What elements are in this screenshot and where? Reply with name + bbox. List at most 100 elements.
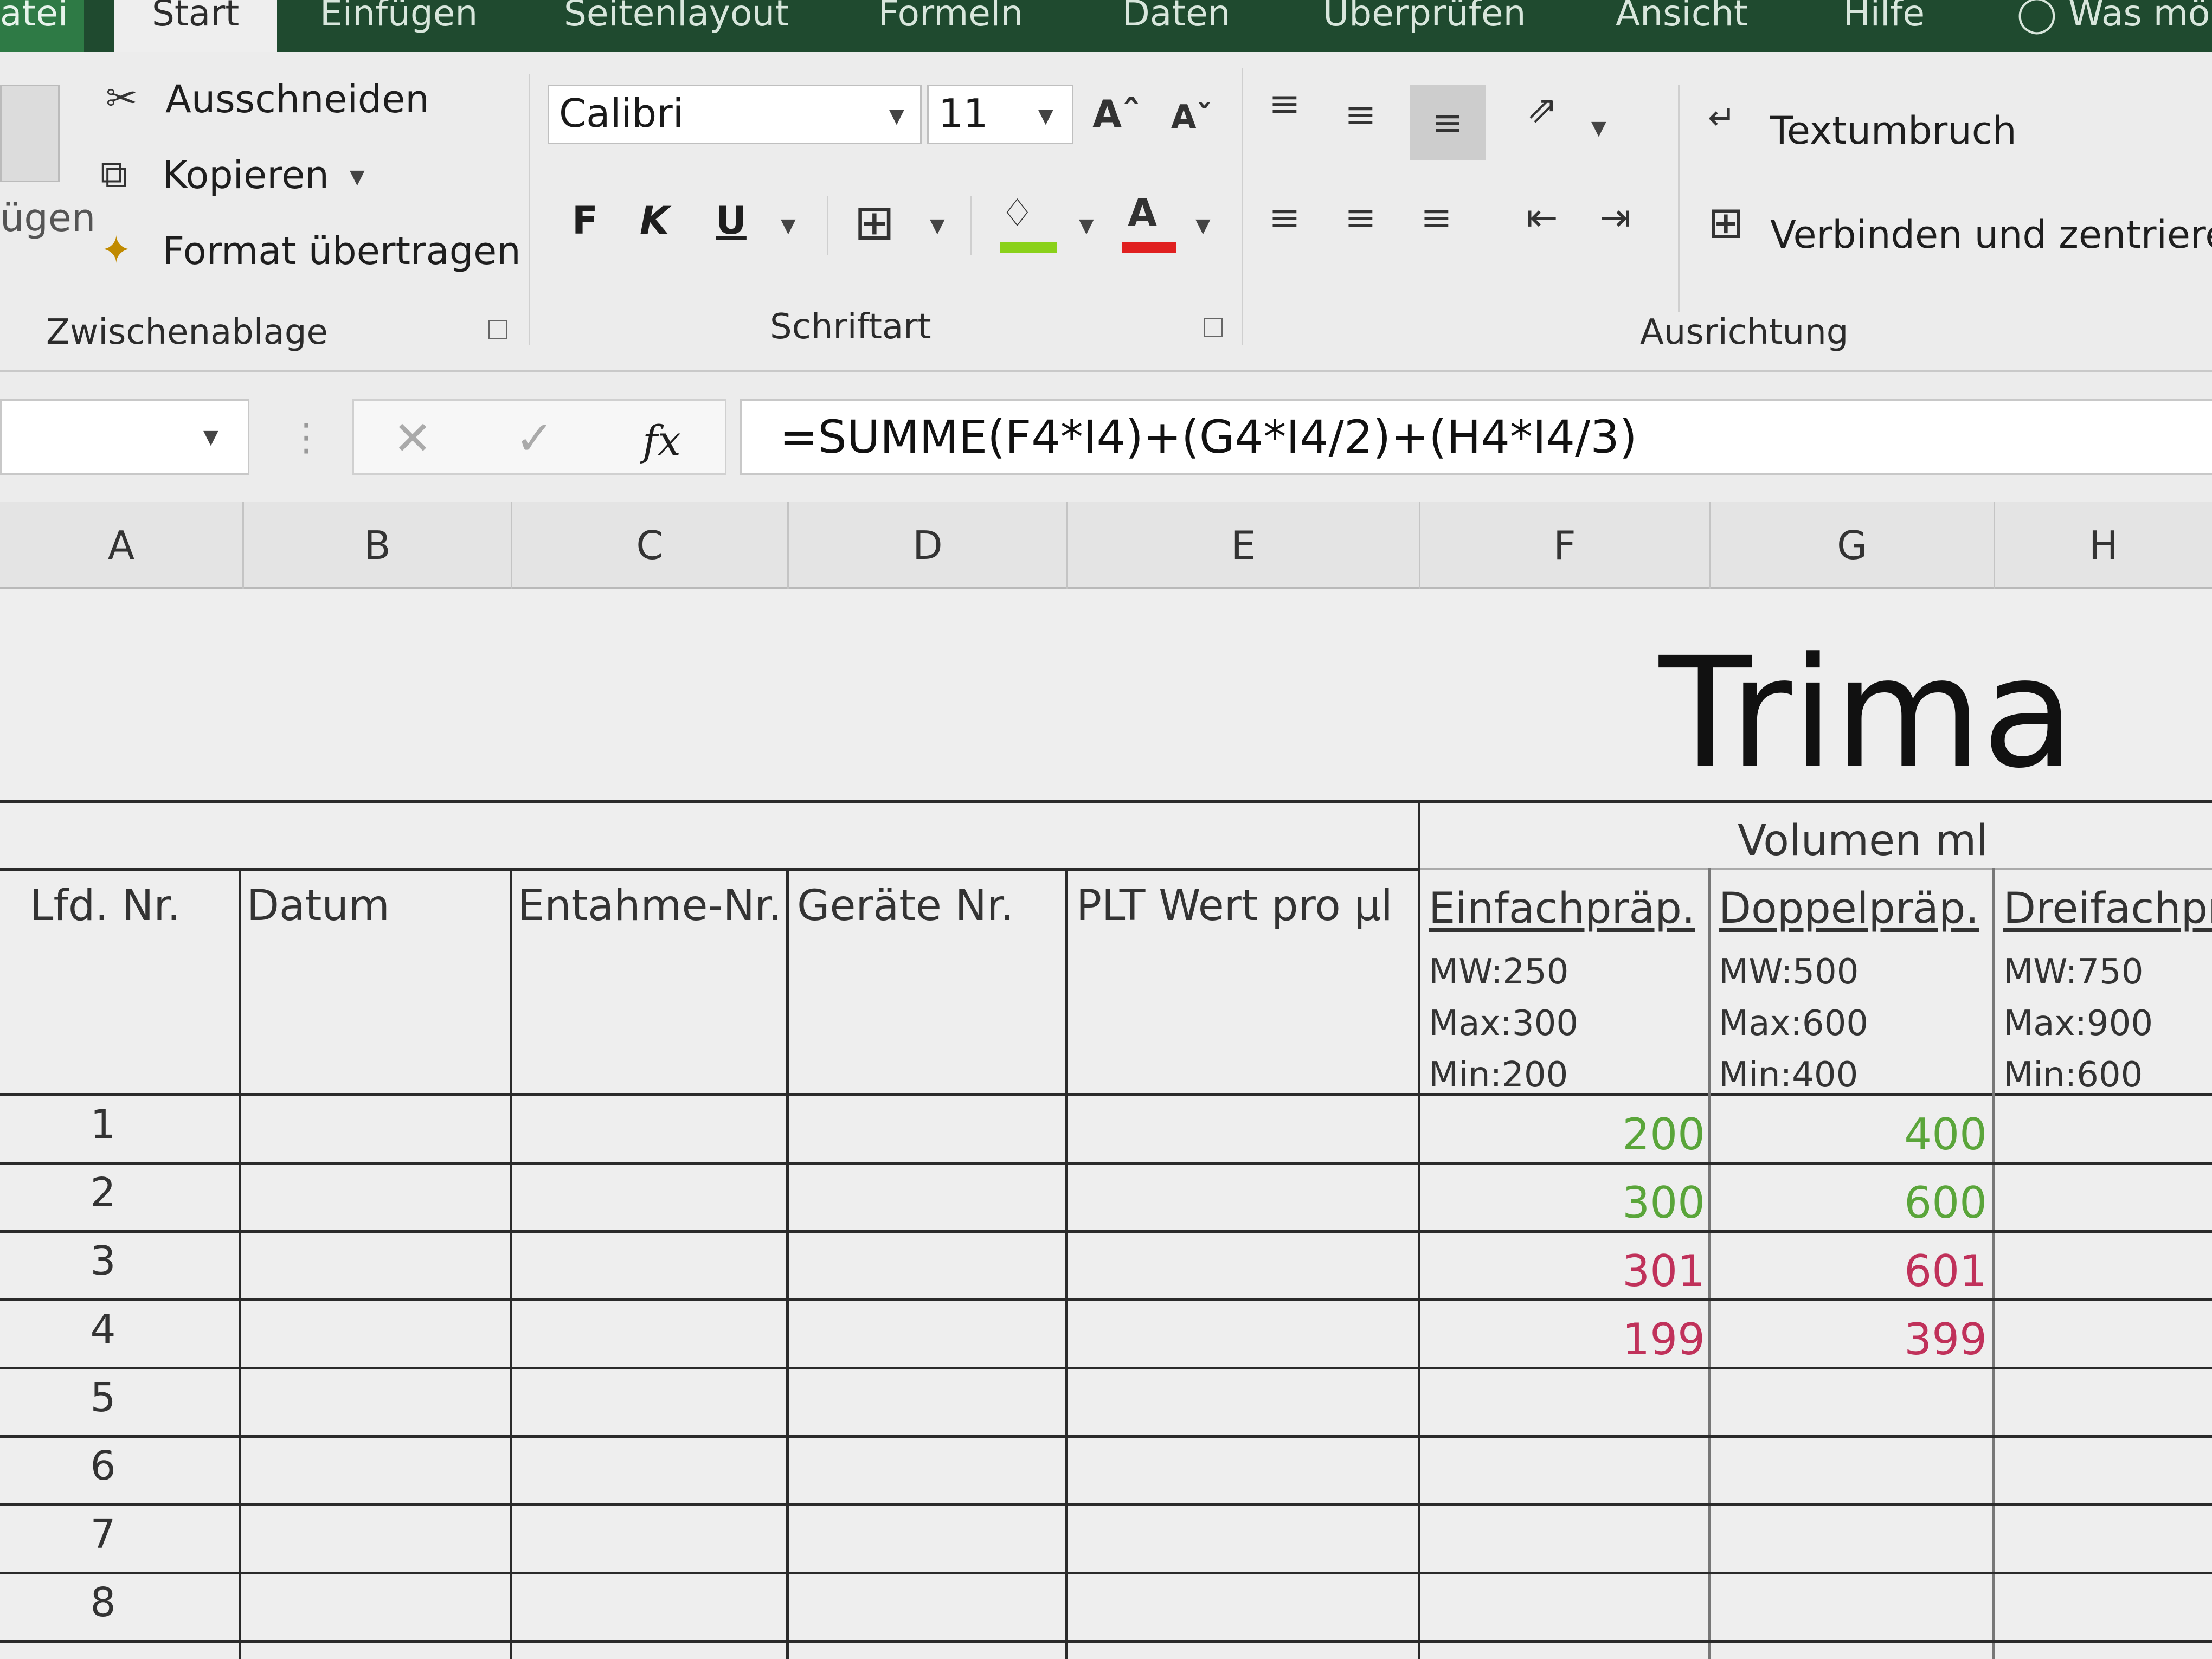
row-divider xyxy=(0,1435,2212,1438)
cell-einfach-volume[interactable]: 300 xyxy=(1597,1178,1705,1228)
font-group-label: Schriftart xyxy=(770,307,931,347)
row-number: 2 xyxy=(90,1169,116,1216)
paste-button[interactable]: ügen xyxy=(0,196,95,240)
font-size-dropdown-icon[interactable]: ▼ xyxy=(1038,105,1053,127)
tell-me-search[interactable]: ◯ Was mö xyxy=(2017,0,2210,52)
underline-dropdown-icon[interactable]: ▼ xyxy=(781,215,796,237)
clipboard-dialog-launcher-icon[interactable] xyxy=(488,320,507,339)
font-dialog-launcher-icon[interactable] xyxy=(1204,318,1223,337)
increase-font-size-icon[interactable]: Aˆ xyxy=(1092,95,1141,133)
tab-start[interactable]: Start xyxy=(114,0,278,52)
format-painter-button[interactable]: Format übertragen xyxy=(163,229,521,273)
column-header-c[interactable]: C xyxy=(512,502,789,589)
row-number: 8 xyxy=(90,1579,116,1626)
tab-file[interactable]: atei xyxy=(0,0,85,52)
borders-dropdown-icon[interactable]: ▼ xyxy=(930,215,945,237)
formula-bar-grip-icon: ⋮ xyxy=(287,415,325,459)
volume-group-header: Volumen ml xyxy=(1738,816,1988,865)
column-header-e[interactable]: E xyxy=(1068,502,1420,589)
column-header-bar: A B C D E F G H xyxy=(0,502,2212,589)
group-divider xyxy=(827,196,828,255)
decrease-indent-icon[interactable]: ⇤ xyxy=(1526,198,1558,236)
orientation-icon[interactable]: ⇗ xyxy=(1526,90,1558,128)
tab-review[interactable]: Überprüfen xyxy=(1323,0,1526,52)
fill-color-icon[interactable]: ♢ xyxy=(1000,194,1034,232)
tab-page-layout[interactable]: Seitenlayout xyxy=(564,0,789,52)
dreifach-min: Min:600 xyxy=(2003,1055,2143,1095)
column-header-b[interactable]: B xyxy=(244,502,512,589)
column-header-f[interactable]: F xyxy=(1420,502,1711,589)
copy-button[interactable]: Kopieren xyxy=(163,153,329,197)
orientation-dropdown-icon[interactable]: ▼ xyxy=(1591,117,1606,139)
borders-icon[interactable]: ⊞ xyxy=(854,198,895,247)
column-header-h[interactable]: H xyxy=(1995,502,2212,589)
tab-data[interactable]: Daten xyxy=(1122,0,1231,52)
header-dreifachpraep: Dreifachpr xyxy=(2003,884,2212,933)
italic-button[interactable]: K xyxy=(640,198,669,243)
column-header-d[interactable]: D xyxy=(789,502,1068,589)
cancel-formula-icon[interactable]: ✕ xyxy=(393,415,432,462)
tab-view[interactable]: Ansicht xyxy=(1616,0,1748,52)
row-number: 4 xyxy=(90,1306,116,1353)
cell-einfach-volume[interactable]: 301 xyxy=(1597,1246,1705,1296)
sheet-title: Trima xyxy=(1659,625,2075,802)
paste-icon[interactable] xyxy=(0,85,60,182)
cell-doppel-volume[interactable]: 399 xyxy=(1879,1314,1987,1365)
row-divider xyxy=(0,1503,2212,1506)
format-painter-icon: ✦ xyxy=(100,228,132,272)
align-middle-icon[interactable]: ≡ xyxy=(1345,95,1377,133)
row-number: 6 xyxy=(90,1443,116,1489)
cut-button[interactable]: Ausschneiden xyxy=(165,77,429,121)
copy-dropdown-icon[interactable]: ▼ xyxy=(350,166,365,188)
align-top-icon[interactable]: ≡ xyxy=(1269,85,1301,123)
fill-color-swatch xyxy=(1000,242,1057,253)
group-divider xyxy=(970,196,972,255)
increase-indent-icon[interactable]: ⇥ xyxy=(1599,198,1631,236)
cell-doppel-volume[interactable]: 400 xyxy=(1879,1109,1987,1160)
column-header-a[interactable]: A xyxy=(0,502,244,589)
cell-einfach-volume[interactable]: 200 xyxy=(1597,1109,1705,1160)
lightbulb-icon: ◯ xyxy=(2017,0,2057,34)
einfach-min: Min:200 xyxy=(1429,1055,1568,1095)
grid-line xyxy=(1418,800,1420,1659)
align-bottom-icon[interactable]: ≡ xyxy=(1410,85,1486,160)
ribbon: ügen ✂ Ausschneiden ⧉ Kopieren ▼ ✦ Forma… xyxy=(0,52,2212,372)
font-family-select[interactable]: Calibri xyxy=(548,85,922,144)
decrease-font-size-icon[interactable]: Aˇ xyxy=(1171,101,1212,133)
tab-help[interactable]: Hilfe xyxy=(1843,0,1925,52)
grid-line xyxy=(0,1093,2212,1096)
clipboard-group-label: Zwischenablage xyxy=(46,312,328,352)
grid-line xyxy=(1420,868,2212,870)
underline-button[interactable]: U xyxy=(716,198,747,243)
align-left-icon[interactable]: ≡ xyxy=(1269,198,1301,236)
row-divider xyxy=(0,1162,2212,1165)
worksheet-grid[interactable]: Trima Volumen ml Lfd. Nr. Datum Entahme-… xyxy=(0,589,2212,1659)
group-divider xyxy=(529,74,530,345)
formula-input[interactable]: =SUMME(F4*I4)+(G4*I4/2)+(H4*I4/3) xyxy=(740,399,2212,475)
cell-doppel-volume[interactable]: 600 xyxy=(1879,1178,1987,1228)
copy-icon: ⧉ xyxy=(100,152,127,196)
enter-formula-icon[interactable]: ✓ xyxy=(515,415,554,462)
font-family-dropdown-icon[interactable]: ▼ xyxy=(889,105,904,127)
align-center-icon[interactable]: ≡ xyxy=(1345,198,1377,236)
tell-me-label: Was mö xyxy=(2068,0,2210,34)
column-header-g[interactable]: G xyxy=(1711,502,1995,589)
name-box-dropdown-icon[interactable]: ▼ xyxy=(203,426,218,448)
wrap-text-button[interactable]: Textumbruch xyxy=(1770,108,2017,153)
bold-button[interactable]: F xyxy=(572,198,598,243)
fill-color-dropdown-icon[interactable]: ▼ xyxy=(1079,215,1094,237)
header-doppelpraep: Doppelpräp. xyxy=(1719,884,1979,933)
cell-einfach-volume[interactable]: 199 xyxy=(1597,1314,1705,1365)
insert-function-button[interactable]: fx xyxy=(642,416,681,465)
cell-doppel-volume[interactable]: 601 xyxy=(1879,1246,1987,1296)
header-entnahme-nr: Entahme-Nr. xyxy=(518,882,782,930)
tab-formulas[interactable]: Formeln xyxy=(878,0,1023,52)
font-color-dropdown-icon[interactable]: ▼ xyxy=(1195,215,1211,237)
tab-insert[interactable]: Einfügen xyxy=(320,0,478,52)
formula-bar: ▼ ⋮ ✕ ✓ fx =SUMME(F4*I4)+(G4*I4/2)+(H4*I… xyxy=(0,372,2212,502)
align-right-icon[interactable]: ≡ xyxy=(1420,198,1452,236)
font-color-icon[interactable]: A xyxy=(1128,194,1157,232)
grid-line xyxy=(510,868,512,1659)
merge-center-button[interactable]: Verbinden und zentrieren xyxy=(1770,213,2212,257)
row-divider xyxy=(0,1572,2212,1574)
